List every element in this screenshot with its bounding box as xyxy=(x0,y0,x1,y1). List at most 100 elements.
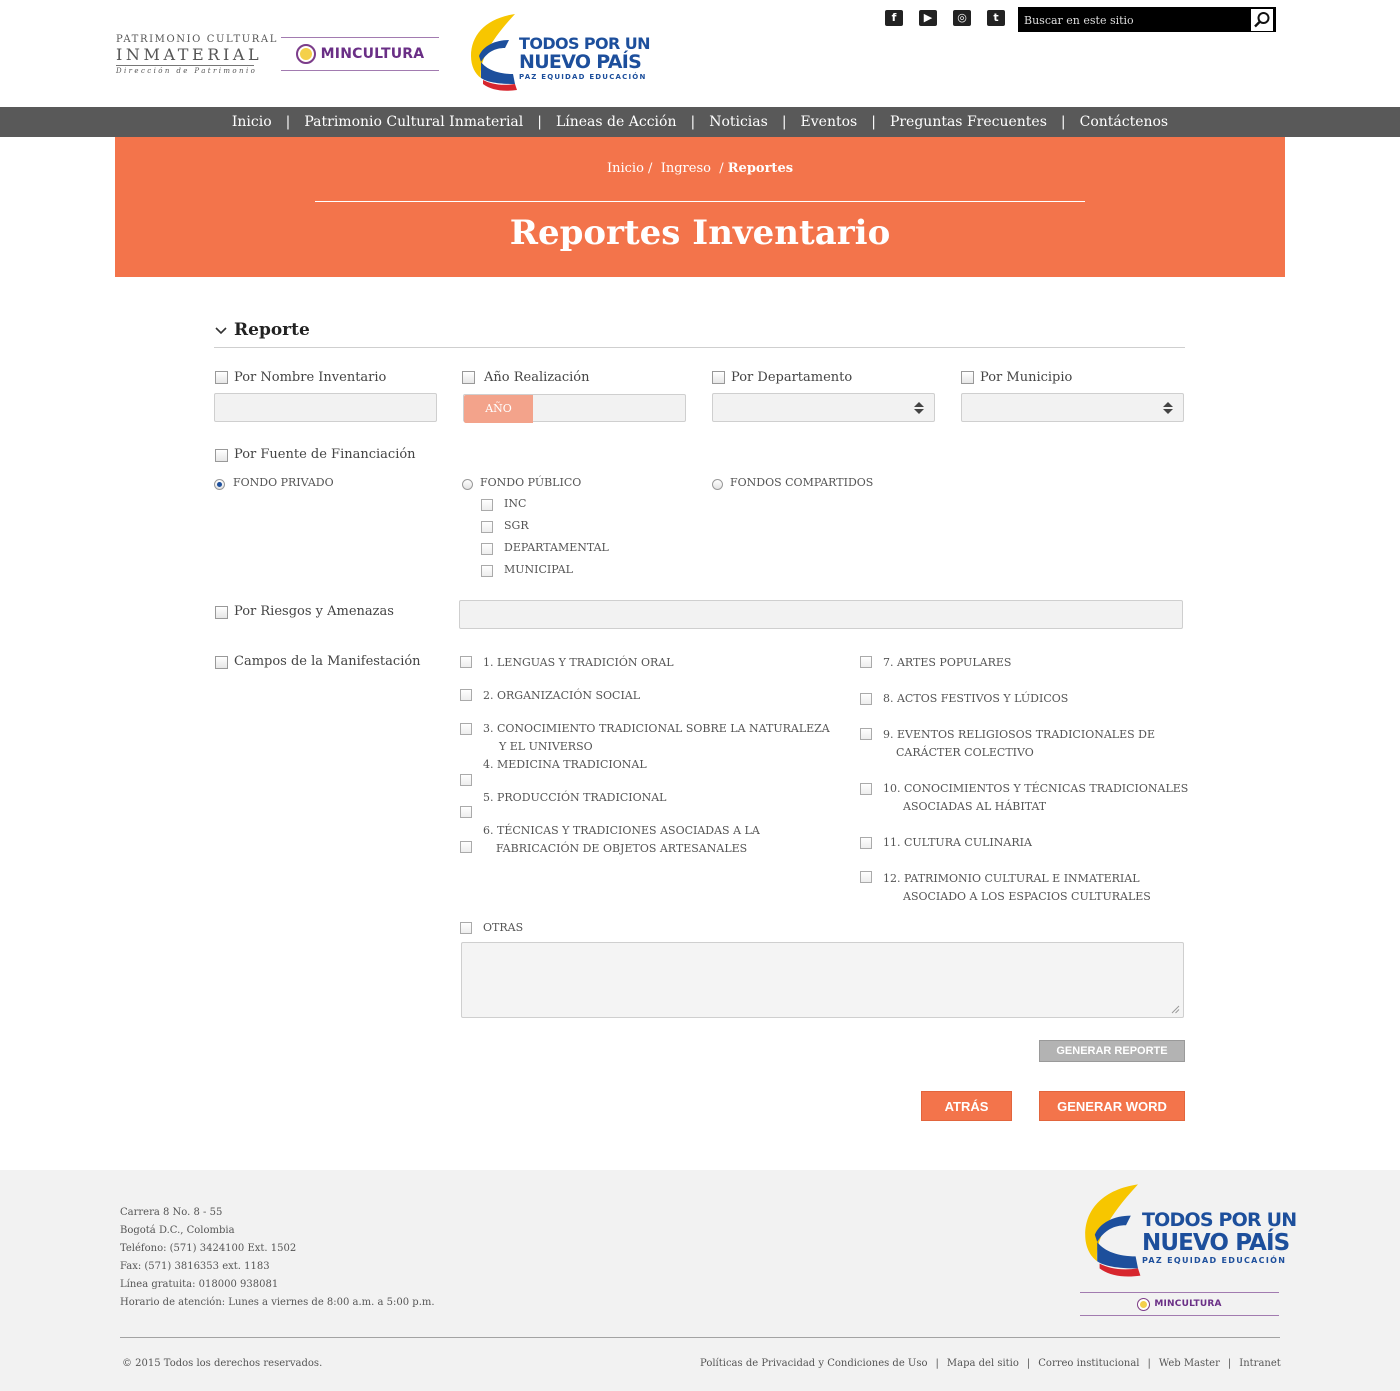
footer-divider xyxy=(120,1337,1280,1338)
checkbox-fields[interactable] xyxy=(215,656,228,669)
page-title: Reportes Inventario xyxy=(509,213,891,253)
mincultura-logo[interactable]: MINCULTURA xyxy=(281,37,439,71)
year-input[interactable]: AÑO xyxy=(463,394,686,423)
label-sgr: SGR xyxy=(504,519,529,532)
inventory-name-input[interactable] xyxy=(214,393,437,422)
municipality-select[interactable] xyxy=(961,393,1184,422)
checkbox-field-2[interactable] xyxy=(460,689,472,701)
nav-separator: | xyxy=(690,114,696,130)
address-city: Bogotá D.C., Colombia xyxy=(120,1225,235,1236)
other-textarea[interactable] xyxy=(461,942,1184,1018)
label-municipal: MUNICIPAL xyxy=(504,563,573,576)
footer-gov-logo[interactable]: TODOS POR UN NUEVO PAÍS PAZ EQUIDAD EDUC… xyxy=(1078,1182,1297,1282)
checkbox-field-6[interactable] xyxy=(460,841,472,853)
label-fondos-compartidos: FONDOS COMPARTIDOS xyxy=(730,476,874,489)
address-toll-free: Línea gratuita: 018000 938081 xyxy=(120,1279,279,1290)
nav-patrimonio[interactable]: Patrimonio Cultural Inmaterial xyxy=(304,114,523,130)
footer-link-sitemap[interactable]: Mapa del sitio xyxy=(947,1358,1019,1369)
nav-separator: | xyxy=(1060,114,1066,130)
checkbox-by-name[interactable] xyxy=(215,371,228,384)
footer-link-email[interactable]: Correo institucional xyxy=(1038,1358,1139,1369)
nav-inicio[interactable]: Inicio xyxy=(232,114,272,130)
label-fields: Campos de la Manifestación xyxy=(234,654,421,669)
risks-input[interactable] xyxy=(459,600,1183,629)
generate-report-button[interactable]: GENERAR REPORTE xyxy=(1039,1040,1185,1062)
label-field-11: 11. CULTURA CULINARIA xyxy=(883,836,1032,849)
label-by-department: Por Departamento xyxy=(731,370,853,385)
footer-link-privacy[interactable]: Políticas de Privacidad y Condiciones de… xyxy=(700,1358,928,1369)
checkbox-field-8[interactable] xyxy=(860,693,872,705)
checkbox-other[interactable] xyxy=(460,922,472,934)
mincultura-text: MINCULTURA xyxy=(320,46,425,62)
todos-por-un-nuevo-pais-logo[interactable]: TODOS POR UN NUEVO PAÍS PAZ EQUIDAD EDUC… xyxy=(465,12,651,92)
checkbox-by-department[interactable] xyxy=(712,371,725,384)
gov-logo-line2: NUEVO PAÍS xyxy=(519,51,642,73)
copyright: © 2015 Todos los derechos reservados. xyxy=(122,1358,323,1369)
checkbox-field-4[interactable] xyxy=(460,774,472,786)
nav-contactenos[interactable]: Contáctenos xyxy=(1080,114,1169,130)
label-field-12-cont: ASOCIADO A LOS ESPACIOS CULTURALES xyxy=(903,890,1151,903)
pci-logo[interactable]: PATRIMONIO CULTURAL INMATERIAL Dirección… xyxy=(116,34,276,77)
checkbox-field-1[interactable] xyxy=(460,656,472,668)
checkbox-field-11[interactable] xyxy=(860,837,872,849)
coat-of-arms-icon xyxy=(295,44,316,64)
checkbox-inc[interactable] xyxy=(481,499,493,511)
facebook-icon[interactable]: f xyxy=(885,10,903,26)
nav-noticias[interactable]: Noticias xyxy=(709,114,768,130)
footer-link-webmaster[interactable]: Web Master xyxy=(1159,1358,1220,1369)
label-other: OTRAS xyxy=(483,921,524,934)
footer-mincultura-logo[interactable]: MINCULTURA xyxy=(1080,1292,1279,1316)
checkbox-by-municipality[interactable] xyxy=(961,371,974,384)
label-field-2: 2. ORGANIZACIÓN SOCIAL xyxy=(483,689,641,702)
footer-mincultura-text: MINCULTURA xyxy=(1154,1299,1222,1309)
label-field-3-cont: Y EL UNIVERSO xyxy=(499,740,593,753)
label-by-name: Por Nombre Inventario xyxy=(234,370,387,385)
label-field-9: 9. EVENTOS RELIGIOSOS TRADICIONALES DE xyxy=(883,728,1155,741)
nav-separator: | xyxy=(537,114,542,130)
checkbox-by-year[interactable] xyxy=(462,371,475,384)
search-input[interactable] xyxy=(1024,11,1244,29)
colombia-flag-swoosh-icon xyxy=(1085,1184,1141,1277)
nav-lineas-accion[interactable]: Líneas de Acción xyxy=(556,114,676,130)
label-by-municipality: Por Municipio xyxy=(980,370,1073,385)
page-banner: Inicio / Ingreso / Reportes Reportes Inv… xyxy=(115,137,1285,277)
footer-link-intranet[interactable]: Intranet xyxy=(1239,1358,1281,1369)
checkbox-field-12[interactable] xyxy=(860,871,872,883)
department-select[interactable] xyxy=(712,393,935,422)
search-button[interactable] xyxy=(1251,9,1273,31)
checkbox-by-funding[interactable] xyxy=(215,449,228,462)
section-header[interactable]: Reporte xyxy=(214,320,310,340)
radio-fondos-compartidos[interactable] xyxy=(712,479,723,490)
address-hours: Horario de atención: Lunes a viernes de … xyxy=(120,1297,435,1308)
checkbox-field-7[interactable] xyxy=(860,656,872,668)
generate-word-button[interactable]: GENERAR WORD xyxy=(1039,1091,1185,1121)
nav-preguntas[interactable]: Preguntas Frecuentes xyxy=(890,114,1047,130)
nav-eventos[interactable]: Eventos xyxy=(801,114,858,130)
breadcrumb-ingreso[interactable]: Ingreso xyxy=(661,161,711,176)
address-fax: Fax: (571) 3816353 ext. 1183 xyxy=(120,1261,270,1272)
radio-fondo-privado[interactable] xyxy=(214,479,225,490)
resize-handle-icon[interactable] xyxy=(1171,1005,1180,1014)
year-tag: AÑO xyxy=(464,395,533,423)
label-field-1: 1. LENGUAS Y TRADICIÓN ORAL xyxy=(483,656,674,669)
radio-fondo-publico[interactable] xyxy=(462,479,473,490)
checkbox-field-5[interactable] xyxy=(460,806,472,818)
label-field-5: 5. PRODUCCIÓN TRADICIONAL xyxy=(483,791,667,804)
select-arrows-icon xyxy=(914,402,924,414)
checkbox-risks[interactable] xyxy=(215,606,228,619)
checkbox-field-3[interactable] xyxy=(460,723,472,735)
checkbox-sgr[interactable] xyxy=(481,521,493,533)
back-button[interactable]: ATRÁS xyxy=(921,1091,1012,1121)
youtube-icon[interactable]: ▶ xyxy=(919,10,937,26)
checkbox-departamental[interactable] xyxy=(481,543,493,555)
checkbox-field-10[interactable] xyxy=(860,783,872,795)
checkbox-municipal[interactable] xyxy=(481,565,493,577)
footer-gov-logo-line3: PAZ EQUIDAD EDUCACIÓN xyxy=(1142,1256,1287,1265)
label-field-10: 10. CONOCIMIENTOS Y TÉCNICAS TRADICIONAL… xyxy=(883,782,1189,795)
breadcrumb-inicio[interactable]: Inicio xyxy=(607,161,644,176)
twitter-icon[interactable]: t xyxy=(987,10,1005,26)
instagram-icon[interactable]: ◎ xyxy=(953,10,971,26)
checkbox-field-9[interactable] xyxy=(860,728,872,740)
label-field-8: 8. ACTOS FESTIVOS Y LÚDICOS xyxy=(883,692,1069,705)
section-title: Reporte xyxy=(234,320,310,340)
